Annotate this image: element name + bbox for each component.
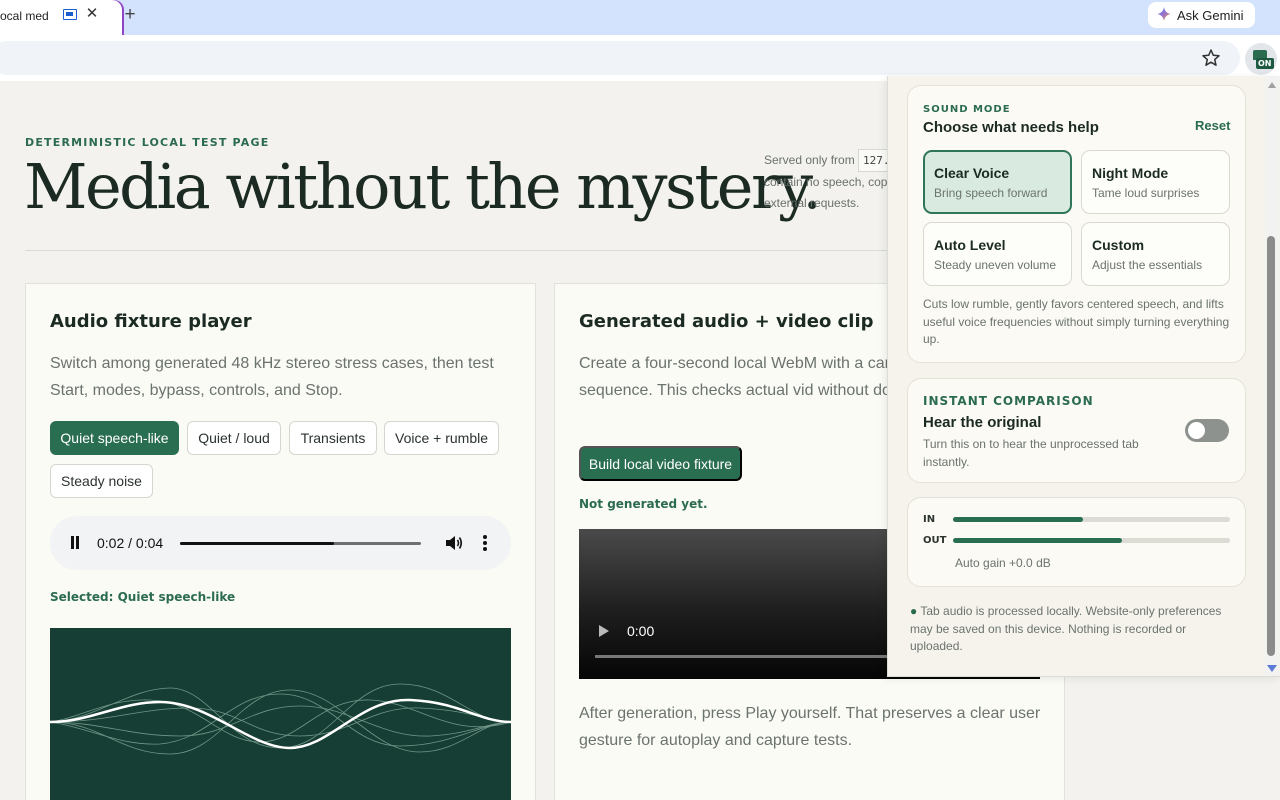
extension-button[interactable]: ON [1245,43,1277,75]
served-prefix: Served only from [764,153,855,167]
selected-fixture: Selected: Quiet speech-like [50,590,236,604]
waveform-visualization [50,628,511,800]
fixture-chip-quiet-loud[interactable]: Quiet / loud [187,421,281,455]
tab-strip: ocal media ✕ + Ask Gemini [0,0,1280,35]
ask-gemini-button[interactable]: Ask Gemini [1148,2,1255,28]
mode-custom[interactable]: Custom Adjust the essentials [1081,222,1230,286]
meter-out-fill [953,538,1122,543]
new-tab-button[interactable]: + [120,5,140,25]
served-line-2: contain no speech, cop [764,175,888,189]
audio-seek-bar[interactable] [180,542,421,545]
address-bar[interactable] [0,41,1240,75]
pause-icon[interactable] [70,536,80,549]
audio-card-description: Switch among generated 48 kHz stereo str… [50,355,494,399]
hear-original-toggle[interactable] [1185,419,1229,442]
volume-icon[interactable] [445,535,463,551]
mode-clear-voice[interactable]: Clear Voice Bring speech forward [923,150,1072,214]
mode-subtitle: Steady uneven volume [934,258,1057,272]
scroll-up-arrow-icon[interactable] [1268,82,1276,88]
audio-time: 0:02 / 0:04 [97,535,164,551]
close-tab-button[interactable]: ✕ [84,6,100,22]
fixture-chip-quiet-speech[interactable]: Quiet speech-like [50,421,179,455]
meter-in [953,517,1230,522]
scrollbar-thumb[interactable] [1267,236,1275,656]
build-video-fixture-button[interactable]: Build local video fixture [579,446,742,481]
fixture-chip-transients[interactable]: Transients [289,421,377,455]
sound-mode-eyebrow: SOUND MODE [923,104,1011,115]
video-after-note: After generation, press Play yourself. T… [579,705,1041,749]
mode-subtitle: Tame loud surprises [1092,186,1200,200]
served-line-3: external requests. [764,196,860,210]
ask-gemini-label: Ask Gemini [1177,8,1244,23]
extension-popup: SOUND MODE Choose what needs help Reset … [887,76,1280,677]
privacy-note: ● Tab audio is processed locally. Websit… [910,603,1230,656]
fixture-chip-steady-noise[interactable]: Steady noise [50,464,153,498]
mode-description: Cuts low rumble, gently favors centered … [923,297,1230,346]
mode-name: Custom [1092,237,1145,253]
audio-player[interactable]: 0:02 / 0:04 [50,516,511,570]
privacy-bullet: ● [910,604,918,618]
toggle-knob [1188,422,1205,439]
audio-fixture-card: Audio fixture player Switch among genera… [25,283,536,800]
audio-card-title: Audio fixture player [50,311,252,332]
mode-name: Auto Level [934,237,1006,253]
reset-button[interactable]: Reset [1195,118,1230,133]
extension-on-badge: ON [1256,58,1274,69]
audio-seek-fill [180,542,335,545]
video-time: 0:00 [627,623,655,639]
mode-subtitle: Bring speech forward [934,186,1048,200]
meter-in-fill [953,517,1084,522]
meter-out [953,538,1230,543]
page-eyebrow: DETERMINISTIC LOCAL TEST PAGE [25,136,270,149]
served-note: Served only from 127. contain no speech,… [764,149,894,214]
tab-title: ocal media [0,9,48,23]
mode-subtitle: Adjust the essentials [1092,258,1203,272]
meter-out-label: OUT [923,535,947,546]
meter-in-label: IN [923,514,936,525]
play-icon[interactable] [599,625,609,637]
instant-comparison-panel: INSTANT COMPARISON Hear the original Tur… [907,378,1246,483]
privacy-text: Tab audio is processed locally. Website-… [910,604,1222,653]
comparison-eyebrow: INSTANT COMPARISON [923,394,1094,408]
bookmark-star-icon[interactable] [1200,47,1222,69]
scroll-down-arrow-icon[interactable] [1267,665,1277,672]
sound-mode-title: Choose what needs help [923,119,1099,136]
comparison-description: Turn this on to hear the unprocessed tab… [923,437,1139,469]
level-meter-panel: IN OUT Auto gain +0.0 dB [907,497,1246,587]
browser-toolbar: ON [0,35,1280,81]
comparison-title: Hear the original [923,414,1042,431]
gemini-sparkle-icon [1157,7,1171,21]
fixture-chip-voice-rumble[interactable]: Voice + rumble [384,421,499,455]
mode-auto-level[interactable]: Auto Level Steady uneven volume [923,222,1072,286]
mode-name: Night Mode [1092,165,1169,181]
more-options-icon[interactable] [483,535,487,551]
mode-name: Clear Voice [934,165,1010,181]
media-casting-icon[interactable] [63,9,77,20]
video-status: Not generated yet. [579,497,708,511]
mode-night-mode[interactable]: Night Mode Tame loud surprises [1081,150,1230,214]
auto-gain-readout: Auto gain +0.0 dB [955,556,1051,570]
active-tab[interactable]: ocal media ✕ [0,0,122,35]
video-card-title: Generated audio + video clip [579,311,874,332]
page-title: Media without the mystery. [24,150,822,223]
sound-mode-panel: SOUND MODE Choose what needs help Reset … [907,85,1246,363]
